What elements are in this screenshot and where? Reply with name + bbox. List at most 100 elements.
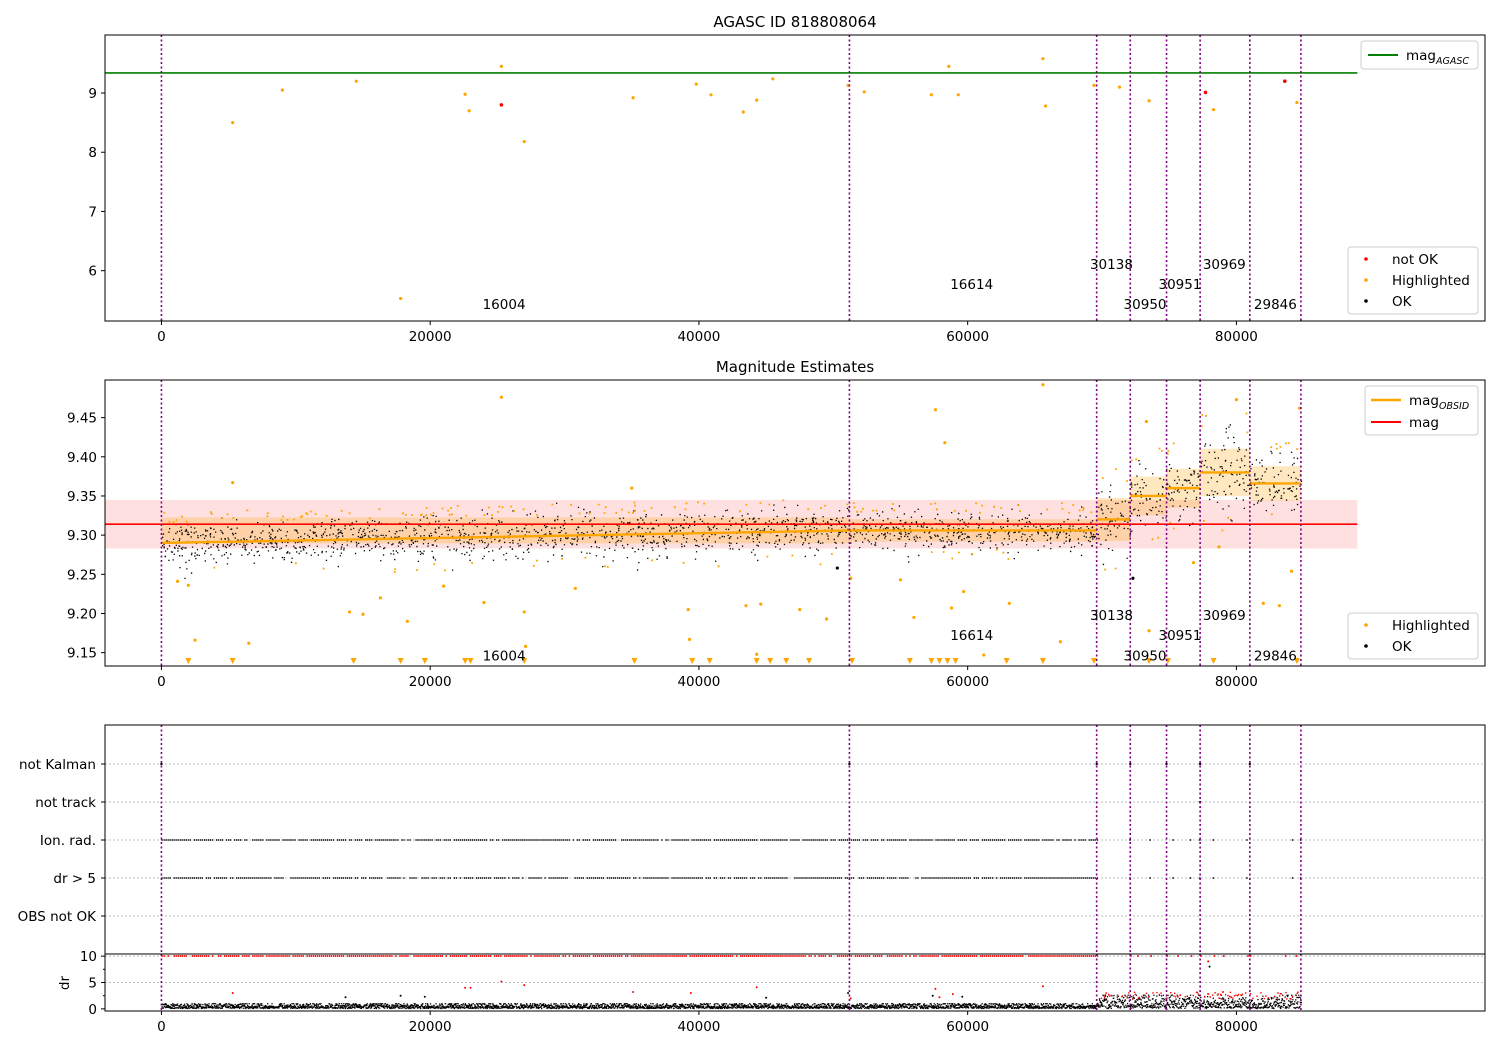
dr-black-point xyxy=(961,995,964,998)
highlighted-point xyxy=(175,579,180,583)
highlighted-point xyxy=(280,88,284,92)
obsid-label: 29846 xyxy=(1254,649,1297,665)
highlighted-point xyxy=(694,82,698,86)
dr-red-point xyxy=(934,987,937,990)
not-ok-point xyxy=(1282,79,1287,83)
dr-red-point xyxy=(1221,991,1224,993)
legend-label-mag: mag xyxy=(1409,415,1439,431)
highlighted-point xyxy=(687,637,692,641)
legend-marker-highlighted xyxy=(1364,623,1368,627)
dr-red-point xyxy=(1041,985,1044,988)
highlighted-point xyxy=(630,486,634,490)
highlighted-point xyxy=(741,110,745,114)
highlighted-point xyxy=(482,600,486,605)
highlighted-point xyxy=(929,93,933,97)
legend-marker-highlighted xyxy=(1364,278,1368,282)
obsid-label: 16614 xyxy=(950,628,993,644)
legend-marker-ok xyxy=(1364,644,1368,648)
highlighted-point xyxy=(1041,383,1045,387)
panel-2-legend: Highlighted OK xyxy=(1347,612,1479,660)
highlighted-point xyxy=(1041,57,1045,61)
dr-red-point xyxy=(500,980,503,983)
highlighted-point xyxy=(759,602,763,606)
highlighted-point xyxy=(499,395,503,399)
not-ok-point xyxy=(1203,90,1208,95)
highlighted-point xyxy=(1191,560,1196,565)
dr-red-point xyxy=(951,993,954,996)
highlighted-point xyxy=(442,584,446,588)
obsid-label: 29846 xyxy=(1254,297,1297,313)
panel-1-legend: not OK Highlighted OK xyxy=(1347,246,1479,315)
highlighted-point xyxy=(467,109,471,113)
y-tick-label: 7 xyxy=(88,204,97,220)
x-tick-label: 20000 xyxy=(409,329,452,345)
highlighted-point xyxy=(1058,640,1062,644)
highlighted-point xyxy=(1144,419,1148,424)
highlighted-point xyxy=(522,139,526,144)
flag-label: dr > 5 xyxy=(53,871,96,887)
obsid-label: 30950 xyxy=(1124,649,1167,665)
x-tick-label: 80000 xyxy=(1215,674,1258,690)
highlighted-point xyxy=(1117,85,1122,89)
highlighted-point xyxy=(1217,545,1221,549)
dr-red-point xyxy=(689,992,692,995)
highlighted-point xyxy=(522,610,526,614)
highlighted-point xyxy=(1147,629,1151,633)
highlighted-point xyxy=(1211,108,1216,112)
obsid-uncertainty-band xyxy=(161,517,850,544)
ok-point xyxy=(1131,576,1135,580)
dr-black-point xyxy=(344,996,347,999)
x-tick-label: 0 xyxy=(157,329,166,345)
dr-black-point xyxy=(1208,965,1211,968)
x-tick-label: 40000 xyxy=(677,329,720,345)
highlighted-point xyxy=(186,583,190,587)
highlighted-point xyxy=(1044,104,1048,108)
highlighted-point xyxy=(247,641,251,645)
legend-marker-ok xyxy=(1364,299,1368,303)
highlighted-point xyxy=(1295,100,1299,105)
obsid-label: 30138 xyxy=(1090,608,1133,624)
legend-label-highlighted: Highlighted xyxy=(1392,273,1470,289)
y-tick-label: 10 xyxy=(80,949,97,965)
highlighted-point xyxy=(1277,604,1282,608)
highlighted-point xyxy=(962,589,966,594)
obsid-label: 16004 xyxy=(483,297,526,313)
legend-label-highlighted: Highlighted xyxy=(1392,618,1470,634)
highlighted-point xyxy=(499,64,503,68)
x-tick-label: 80000 xyxy=(1215,329,1258,345)
dr-black-point xyxy=(931,994,934,997)
highlighted-point xyxy=(354,79,358,83)
highlighted-point xyxy=(949,606,954,610)
y-tick-label: 5 xyxy=(88,976,97,992)
obsid-label: 30950 xyxy=(1124,297,1167,313)
highlighted-point xyxy=(573,586,577,591)
ok-point xyxy=(835,566,839,570)
highlighted-point xyxy=(631,96,635,100)
highlighted-point xyxy=(405,619,409,623)
panel-2-line-legend: magOBSID mag xyxy=(1364,385,1479,436)
obsid-label: 16004 xyxy=(483,649,526,665)
x-tick-label: 60000 xyxy=(946,674,989,690)
flag-label: not track xyxy=(35,795,96,811)
x-tick-label: 0 xyxy=(157,674,166,690)
highlighted-point xyxy=(347,610,352,614)
y-tick-label: 0 xyxy=(88,1002,97,1018)
obsid-label: 30951 xyxy=(1158,277,1201,293)
y-tick-label: 9.15 xyxy=(67,646,97,662)
highlighted-point xyxy=(956,93,960,97)
highlighted-point xyxy=(898,578,903,582)
highlighted-point xyxy=(231,481,235,485)
x-tick-label: 20000 xyxy=(409,1019,452,1035)
dr-red-point xyxy=(464,986,467,989)
highlighted-point xyxy=(771,77,775,81)
dr-red-point xyxy=(231,992,234,995)
dr-black-point xyxy=(765,996,768,999)
panel-1-line-legend: magAGASC xyxy=(1360,40,1479,70)
highlighted-point xyxy=(933,408,938,412)
highlighted-point xyxy=(399,296,403,301)
obsid-label: 30969 xyxy=(1203,257,1246,273)
legend-label-not-ok: not OK xyxy=(1392,252,1439,268)
highlighted-point xyxy=(709,93,713,97)
y-tick-label: 9.35 xyxy=(67,489,97,505)
x-tick-label: 60000 xyxy=(946,1019,989,1035)
